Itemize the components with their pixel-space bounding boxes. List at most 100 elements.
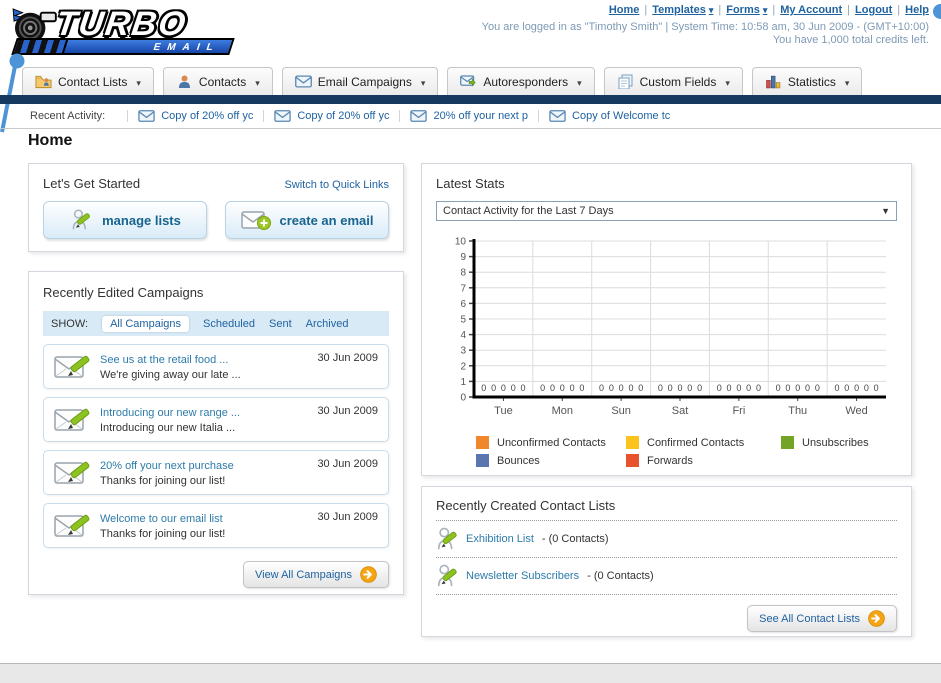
svg-text:0: 0 <box>501 383 506 393</box>
campaign-card[interactable]: Welcome to our email list Thanks for joi… <box>43 503 389 548</box>
see-all-contact-lists-button[interactable]: See All Contact Lists <box>747 605 897 632</box>
campaign-title-link[interactable]: Welcome to our email list <box>100 513 223 525</box>
svg-text:0: 0 <box>619 383 624 393</box>
view-all-campaigns-button[interactable]: View All Campaigns <box>242 561 389 588</box>
svg-text:0: 0 <box>795 383 800 393</box>
manage-lists-button[interactable]: manage lists <box>43 201 207 239</box>
svg-text:Sun: Sun <box>611 405 631 417</box>
svg-text:0: 0 <box>560 383 565 393</box>
svg-text:0: 0 <box>550 383 555 393</box>
nav-tab-email-campaigns[interactable]: Email Campaigns <box>281 67 439 95</box>
person-pencil-icon <box>436 527 458 551</box>
envelope-edit-icon <box>54 511 92 541</box>
envelope-icon <box>295 74 312 89</box>
create-an-email-button[interactable]: create an email <box>225 201 389 239</box>
nav-tab-label: Custom Fields <box>639 74 717 89</box>
nav-tab-label: Contacts <box>198 74 247 89</box>
campaign-card[interactable]: See us at the retail food ... We're givi… <box>43 344 389 389</box>
legend-label: Unsubscribes <box>802 436 869 449</box>
contact-list-count: - (0 Contacts) <box>541 533 609 545</box>
header-link-templates[interactable]: Templates <box>652 4 713 16</box>
switch-to-quick-links-link[interactable]: Switch to Quick Links <box>284 179 389 191</box>
folder-contacts-icon <box>35 74 52 89</box>
nav-tab-statistics[interactable]: Statistics <box>751 67 863 95</box>
see-all-contact-lists-label: See All Contact Lists <box>759 612 860 625</box>
svg-text:0: 0 <box>834 383 839 393</box>
svg-text:8: 8 <box>460 268 466 279</box>
nav-tab-label: Statistics <box>787 74 836 89</box>
svg-text:0: 0 <box>628 383 633 393</box>
svg-text:Sat: Sat <box>672 405 689 417</box>
page-title: Home <box>28 132 73 149</box>
header-link-my-account[interactable]: My Account <box>780 4 842 16</box>
header-link-home[interactable]: Home <box>609 4 640 16</box>
contact-list-name-link[interactable]: Newsletter Subscribers <box>466 570 579 582</box>
recent-activity-item[interactable]: 20% off your next p <box>399 110 538 122</box>
svg-text:3: 3 <box>460 346 466 357</box>
contact-list-item[interactable]: Newsletter Subscribers - (0 Contacts) <box>436 558 897 595</box>
svg-text:0: 0 <box>579 383 584 393</box>
turbo-email-logo: TURBO EMAIL <box>6 5 246 61</box>
nav-tab-contacts[interactable]: Contacts <box>162 67 273 95</box>
header-link-logout[interactable]: Logout <box>855 4 892 16</box>
legend-item: Forwards <box>626 454 781 467</box>
svg-text:0: 0 <box>727 383 732 393</box>
campaign-date: 30 Jun 2009 <box>317 511 378 523</box>
svg-text:0: 0 <box>687 383 692 393</box>
filter-tab-all-campaigns[interactable]: All Campaigns <box>102 315 189 332</box>
person-pencil-icon <box>69 209 93 231</box>
header-link-help[interactable]: Help <box>905 4 929 16</box>
contact-list-item[interactable]: Exhibition List - (0 Contacts) <box>436 521 897 558</box>
chevron-down-icon <box>574 75 582 89</box>
envelope-autoresponder-icon <box>460 74 477 89</box>
nav-tab-contact-lists[interactable]: Contact Lists <box>22 67 154 95</box>
svg-text:Thu: Thu <box>788 405 807 417</box>
create-email-label: create an email <box>279 212 374 228</box>
svg-text:0: 0 <box>668 383 673 393</box>
legend-swatch <box>781 436 794 449</box>
svg-text:7: 7 <box>460 283 466 294</box>
nav-tab-custom-fields[interactable]: Custom Fields <box>603 67 743 95</box>
campaign-title-link[interactable]: Introducing our new range ... <box>100 407 240 419</box>
legend-swatch <box>476 454 489 467</box>
recent-activity-item[interactable]: Copy of 20% off yc <box>263 110 399 122</box>
legend-swatch <box>626 436 639 449</box>
campaign-card[interactable]: Introducing our new range ... Introducin… <box>43 397 389 442</box>
campaign-card[interactable]: 20% off your next purchase Thanks for jo… <box>43 450 389 495</box>
nav-tab-autoresponders[interactable]: Autoresponders <box>447 67 595 95</box>
filter-tab-scheduled[interactable]: Scheduled <box>203 318 255 330</box>
envelope-edit-icon <box>54 352 92 382</box>
envelope-plus-icon <box>241 209 271 231</box>
campaign-title-link[interactable]: 20% off your next purchase <box>100 460 234 472</box>
nav-tab-label: Contact Lists <box>58 74 128 89</box>
svg-text:0: 0 <box>874 383 879 393</box>
legend-label: Forwards <box>647 454 693 467</box>
header-links: Home|Templates|Forms|My Account|Logout|H… <box>609 4 929 16</box>
recent-activity-item[interactable]: Copy of 20% off yc <box>127 110 263 122</box>
legend-swatch <box>476 436 489 449</box>
svg-text:0: 0 <box>805 383 810 393</box>
contact-activity-chart: 0 1 2 3 4 5 6 7 8 9 10 0 0 0 0 0 Tue 0 0 0 0 0 Mon 0 0 0 0 0 Sun 0 0 0 0… <box>444 235 897 432</box>
filter-tab-sent[interactable]: Sent <box>269 318 292 330</box>
contact-list-name-link[interactable]: Exhibition List <box>466 533 534 545</box>
filter-tab-archived[interactable]: Archived <box>306 318 349 330</box>
recent-activity-item-label: Copy of 20% off yc <box>161 110 254 122</box>
stats-report-dropdown[interactable]: Contact Activity for the Last 7 Days ▼ <box>436 201 897 221</box>
envelope-icon <box>549 110 566 122</box>
svg-text:0: 0 <box>736 383 741 393</box>
campaign-date: 30 Jun 2009 <box>317 458 378 470</box>
chevron-down-icon <box>842 75 850 89</box>
recent-activity-item[interactable]: Copy of Welcome tc <box>538 110 680 122</box>
header-link-forms[interactable]: Forms <box>726 4 767 16</box>
svg-text:0: 0 <box>599 383 604 393</box>
svg-text:0: 0 <box>815 383 820 393</box>
stats-panel-title: Latest Stats <box>436 176 505 191</box>
svg-text:Tue: Tue <box>494 405 513 417</box>
svg-text:0: 0 <box>481 383 486 393</box>
main-navigation: Contact Lists Contacts Email Campaigns A… <box>22 67 863 95</box>
svg-text:0: 0 <box>756 383 761 393</box>
campaign-title-link[interactable]: See us at the retail food ... <box>100 354 228 366</box>
envelope-edit-icon <box>54 458 92 488</box>
main-window: TURBO EMAIL Home|Templates|Forms|My Acco… <box>0 0 941 664</box>
campaign-subject: Thanks for joining our list! <box>100 527 226 540</box>
